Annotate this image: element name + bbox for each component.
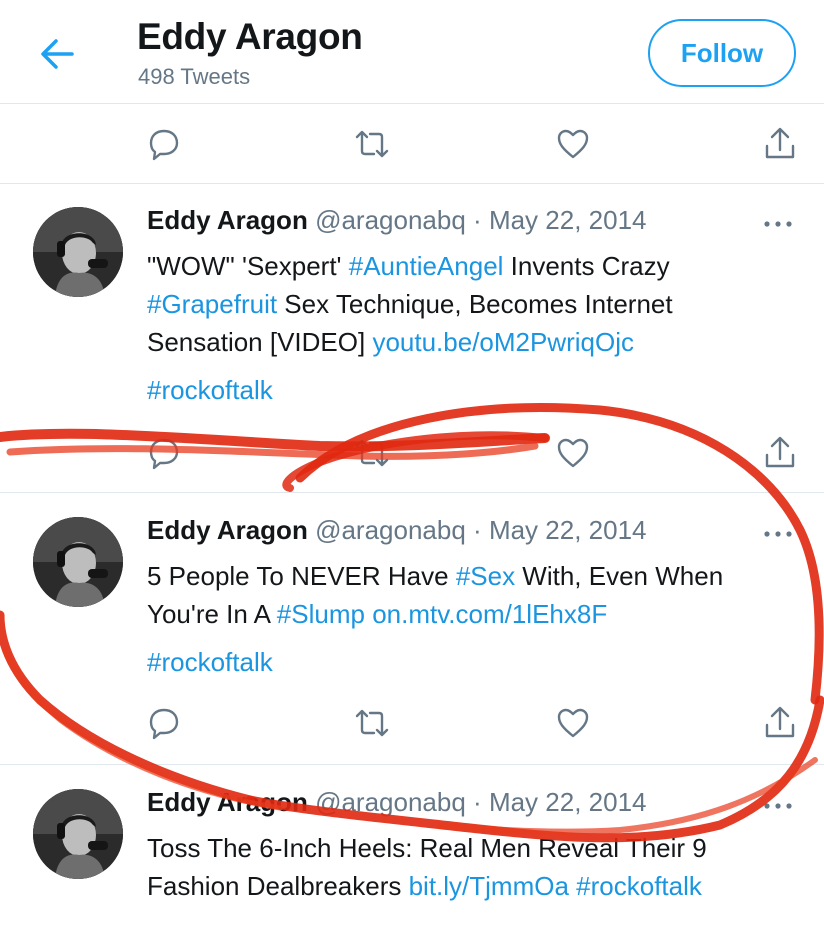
url-link[interactable]: youtu.be/oM2PwriqOjc (372, 327, 634, 357)
tweet-actions (0, 693, 824, 753)
tweet-text: 5 People To NEVER Have #Sex With, Even W… (147, 557, 797, 681)
share-icon[interactable] (762, 126, 798, 162)
tweet-text: "WOW" 'Sexpert' #AuntieAngel Invents Cra… (147, 247, 797, 409)
tweet-text-segment: You're In A (147, 599, 277, 629)
retweet-icon[interactable] (354, 435, 390, 471)
tweet-actions (0, 423, 824, 483)
tweet-date[interactable]: May 22, 2014 (489, 515, 647, 545)
tweet-author[interactable]: Eddy Aragon (147, 205, 308, 235)
like-icon[interactable] (555, 435, 591, 471)
tweet-header: Eddy Aragon @aragonabq · May 22, 2014 (147, 787, 647, 818)
retweet-icon[interactable] (354, 705, 390, 741)
follow-button[interactable]: Follow (648, 19, 796, 87)
divider (0, 492, 824, 493)
hashtag-link[interactable]: #rockoftalk (147, 375, 273, 405)
separator-dot: · (473, 515, 482, 545)
divider (0, 183, 824, 184)
tweet-author[interactable]: Eddy Aragon (147, 515, 308, 545)
divider (0, 764, 824, 765)
hashtag-link[interactable]: #AuntieAngel (349, 251, 504, 281)
hashtag-link[interactable]: #Grapefruit (147, 289, 277, 319)
tweet-text-segment: Toss The 6-Inch Heels: Real Men Reveal T… (147, 833, 707, 863)
tweet-text: Toss The 6-Inch Heels: Real Men Reveal T… (147, 829, 797, 905)
separator-dot: · (473, 205, 482, 235)
tweet-text-segment: Sex Technique, Becomes Internet (277, 289, 673, 319)
retweet-icon[interactable] (354, 126, 390, 162)
more-icon[interactable] (762, 799, 794, 811)
share-icon[interactable] (762, 705, 798, 741)
tweet-text-segment: 5 People To NEVER Have (147, 561, 456, 591)
like-icon[interactable] (555, 705, 591, 741)
hashtag-link[interactable]: #Sex (456, 561, 515, 591)
tweet-count: 498 Tweets (138, 64, 251, 89)
separator-dot: · (473, 787, 482, 817)
share-icon[interactable] (762, 435, 798, 471)
profile-name: Eddy Aragon (137, 16, 363, 57)
tweet-text-segment: Invents Crazy (503, 251, 670, 281)
tweet-text-segment: With, Even When (515, 561, 724, 591)
reply-icon[interactable] (146, 126, 182, 162)
tweet-header: Eddy Aragon @aragonabq · May 22, 2014 (147, 515, 647, 546)
avatar[interactable] (33, 207, 123, 297)
profile-header: Eddy Aragon 498 Tweets Follow (0, 0, 824, 104)
tweet-author[interactable]: Eddy Aragon (147, 787, 308, 817)
tweet-date[interactable]: May 22, 2014 (489, 787, 647, 817)
more-icon[interactable] (762, 527, 794, 539)
hashtag-link[interactable]: #rockoftalk (576, 871, 702, 901)
tweet-text-segment: Fashion Dealbreakers (147, 871, 409, 901)
avatar[interactable] (33, 517, 123, 607)
tweet-date[interactable]: May 22, 2014 (489, 205, 647, 235)
tweet-actions (0, 114, 824, 174)
reply-icon[interactable] (146, 705, 182, 741)
hashtag-link[interactable]: #rockoftalk (147, 647, 273, 677)
tweet-text-segment: "WOW" 'Sexpert' (147, 251, 349, 281)
tweet-handle[interactable]: @aragonabq (315, 205, 466, 235)
tweet-handle[interactable]: @aragonabq (315, 787, 466, 817)
hashtag-link[interactable]: #Slump (277, 599, 365, 629)
like-icon[interactable] (555, 126, 591, 162)
url-link[interactable]: bit.ly/TjmmOa (409, 871, 569, 901)
tweet-text-segment: Sensation [VIDEO] (147, 327, 373, 357)
tweet-header: Eddy Aragon @aragonabq · May 22, 2014 (147, 205, 647, 236)
back-arrow-icon[interactable] (38, 36, 78, 72)
tweet-handle[interactable]: @aragonabq (315, 515, 466, 545)
url-link[interactable]: on.mtv.com/1lEhx8F (372, 599, 607, 629)
reply-icon[interactable] (146, 435, 182, 471)
more-icon[interactable] (762, 217, 794, 229)
avatar[interactable] (33, 789, 123, 879)
